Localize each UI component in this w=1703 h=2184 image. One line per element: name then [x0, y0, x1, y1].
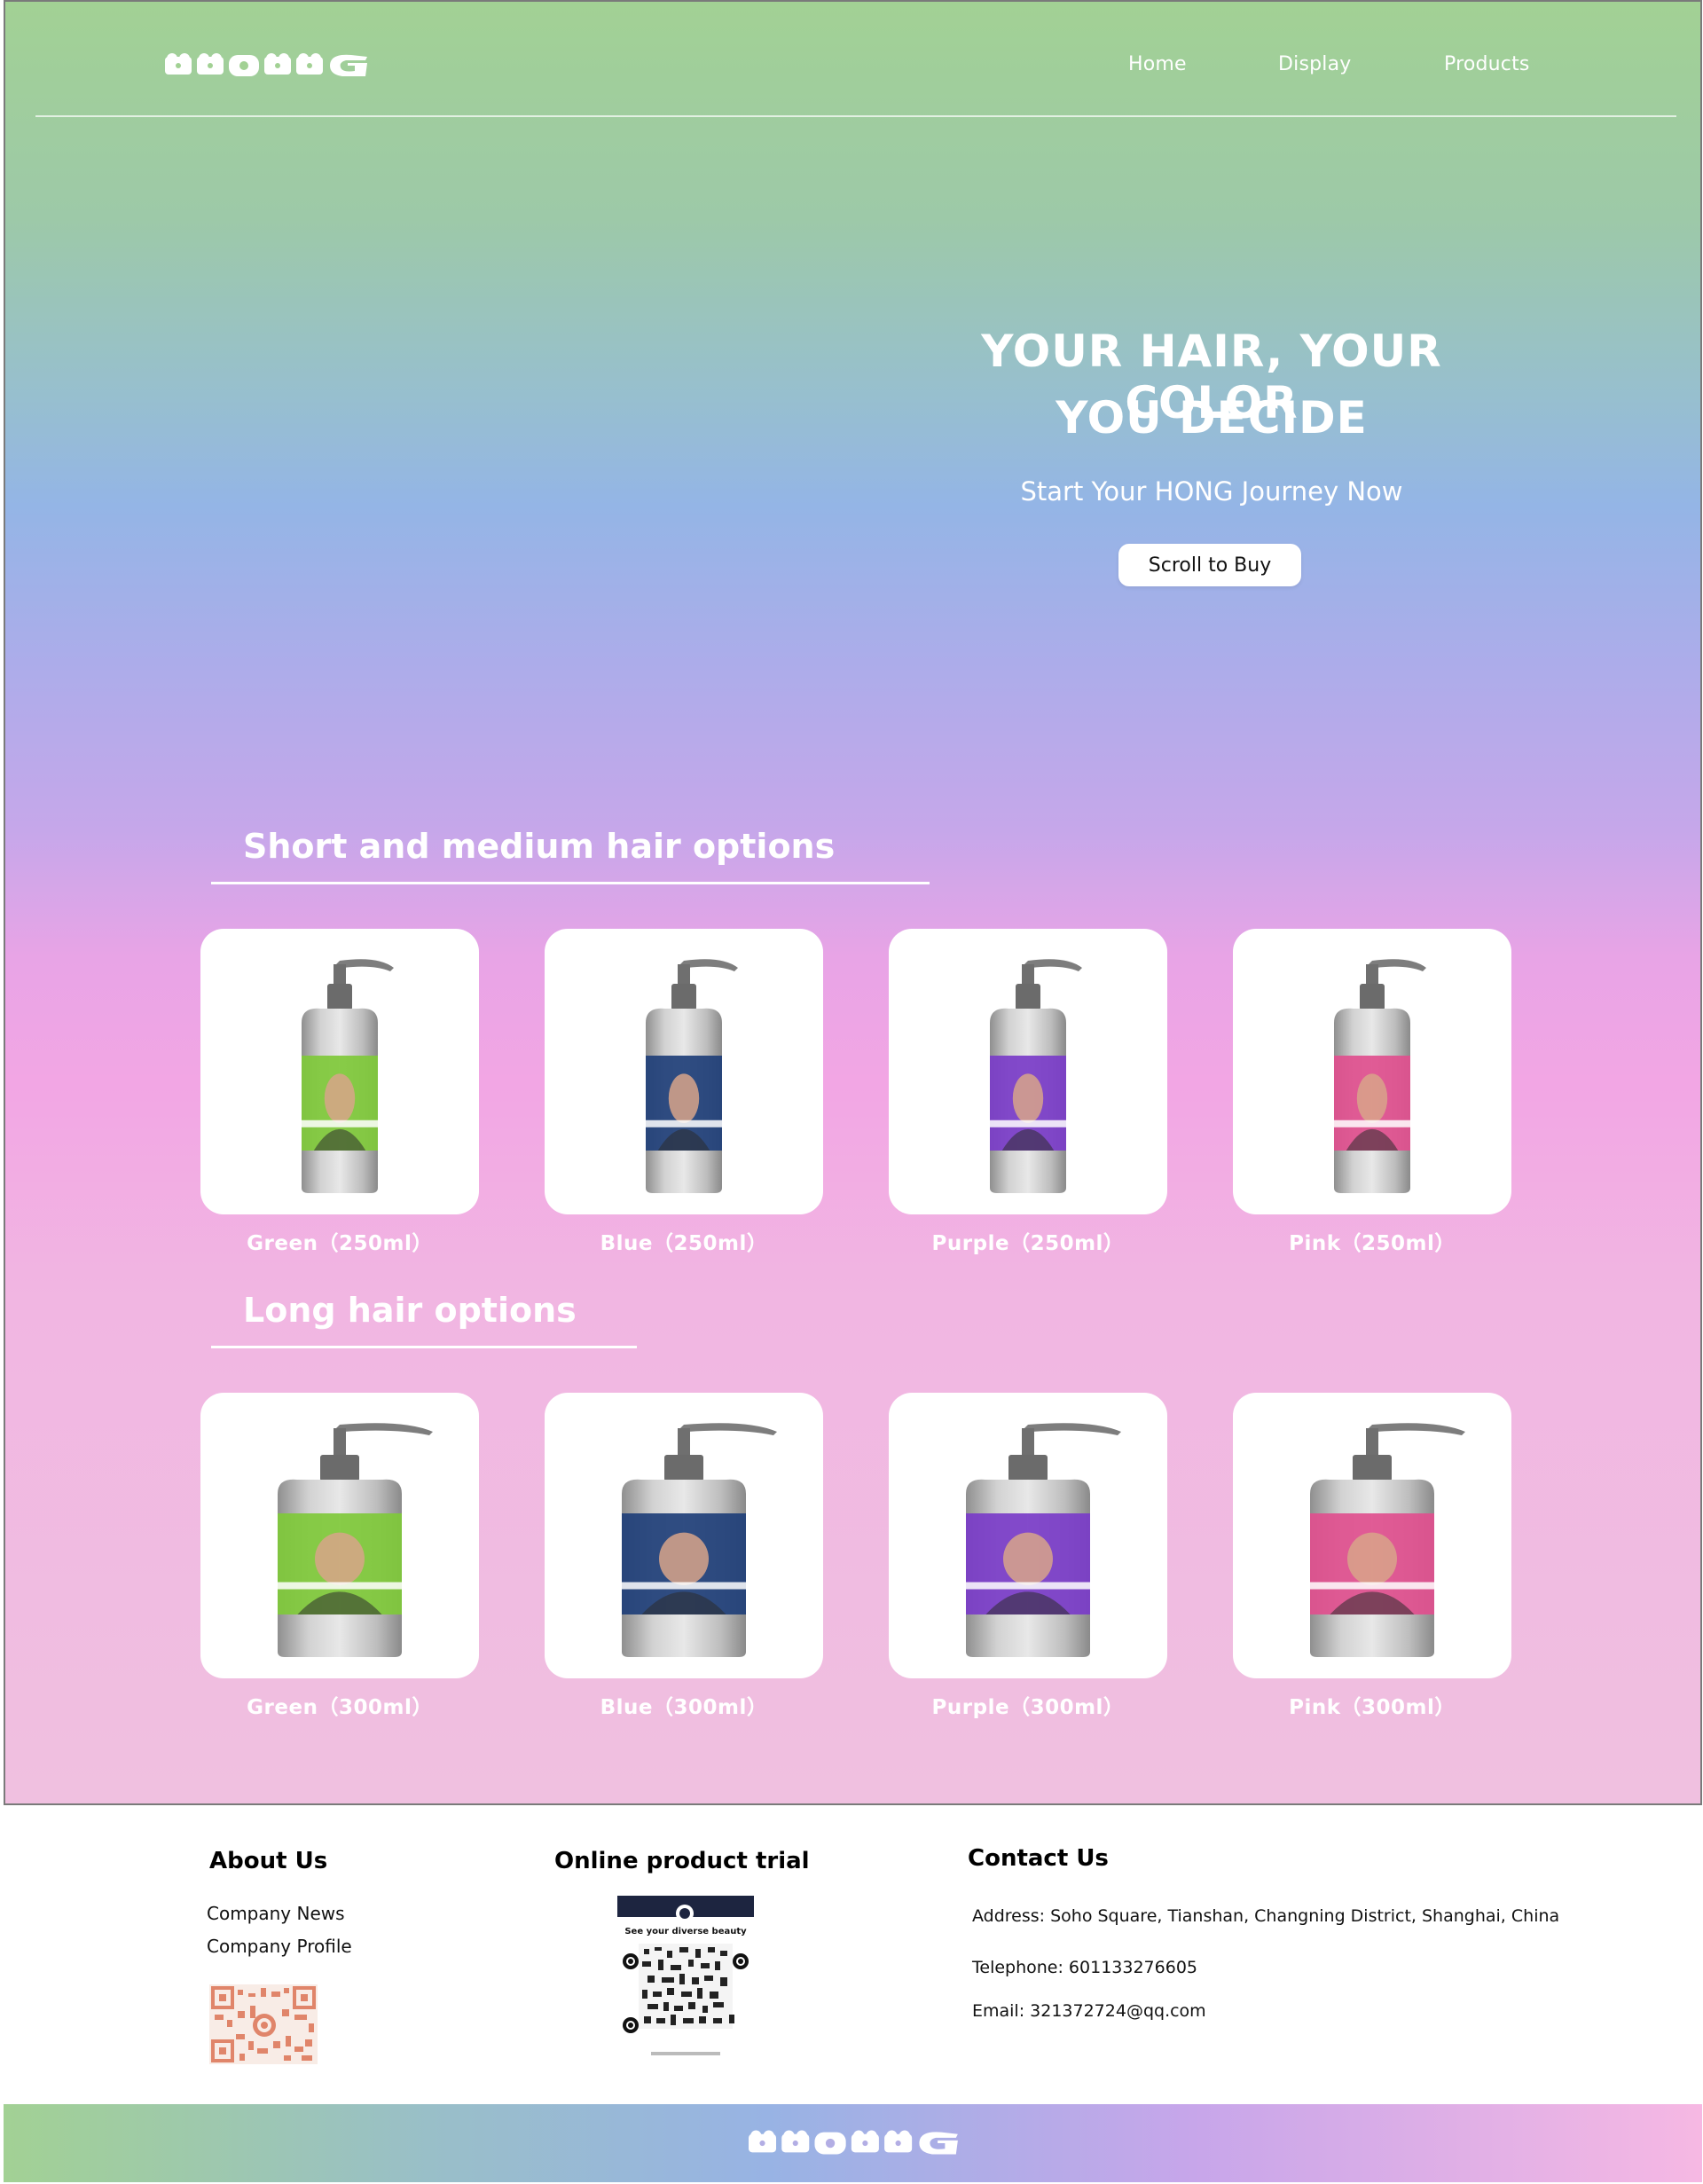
long-hair-section-underline [211, 1346, 637, 1348]
contact-telephone: Telephone: 601133276605 [972, 1958, 1197, 1977]
long-hair-section-title: Long hair options [243, 1291, 577, 1330]
short-hair-product-card[interactable] [545, 929, 823, 1214]
short-hair-product-label: Blue（250ml） [600, 1232, 768, 1255]
nav-display-link[interactable]: Display [1278, 53, 1352, 75]
brand-logo[interactable] [165, 51, 371, 78]
hero-subtitle: Start Your HONG Journey Now [1020, 476, 1403, 507]
wechat-qr-code-icon [209, 1984, 318, 2064]
long-hair-product-card[interactable] [889, 1393, 1167, 1678]
navbar: Home Display Products [5, 2, 1700, 117]
nav-home-link[interactable]: Home [1128, 53, 1187, 75]
shampoo-bottle-icon [966, 1423, 1121, 1657]
company-profile-link[interactable]: Company Profile [207, 1936, 352, 1957]
hero-title-line-2: YOU DECIDE [1056, 392, 1368, 444]
contact-us-heading: Contact Us [968, 1845, 1109, 1872]
short-hair-product-label: Purple（250ml） [931, 1232, 1125, 1255]
douyin-qr-code-icon [616, 1896, 756, 2064]
about-us-heading: About Us [209, 1848, 328, 1874]
short-hair-section-underline [211, 882, 930, 884]
nav-products-link[interactable]: Products [1444, 53, 1530, 75]
short-hair-product-card[interactable] [200, 929, 479, 1214]
shampoo-bottle-icon [1310, 1423, 1465, 1657]
short-hair-product-card[interactable] [889, 929, 1167, 1214]
shampoo-bottle-icon [990, 959, 1082, 1193]
company-news-link[interactable]: Company News [207, 1903, 345, 1924]
long-hair-product-label: Green（300ml） [247, 1696, 433, 1719]
main-gradient-section: Home Display Products YOUR HAIR, YOUR CO… [4, 0, 1702, 1805]
long-hair-product-card[interactable] [200, 1393, 479, 1678]
shampoo-bottle-icon [1334, 959, 1426, 1193]
shampoo-bottle-icon [278, 1423, 433, 1657]
brand-logo-footer [749, 2130, 958, 2155]
shampoo-bottle-icon [646, 959, 738, 1193]
long-hair-product-card[interactable] [1233, 1393, 1511, 1678]
shampoo-bottle-icon [302, 959, 394, 1193]
long-hair-product-card[interactable] [545, 1393, 823, 1678]
qr-caption: See your diverse beauty [624, 1927, 747, 1937]
shampoo-bottle-icon [622, 1423, 777, 1657]
contact-email: Email: 321372724@qq.com [972, 2001, 1206, 2021]
long-hair-product-label: Purple（300ml） [931, 1696, 1125, 1719]
scroll-to-buy-button[interactable]: Scroll to Buy [1118, 544, 1301, 586]
short-hair-product-card[interactable] [1233, 929, 1511, 1214]
bottom-brand-bar [4, 2104, 1702, 2182]
contact-address: Address: Soho Square, Tianshan, Changnin… [972, 1906, 1560, 1926]
long-hair-product-label: Pink（300ml） [1289, 1696, 1456, 1719]
online-trial-heading: Online product trial [554, 1848, 810, 1874]
short-hair-product-label: Green（250ml） [247, 1232, 433, 1255]
nav-divider [35, 115, 1676, 117]
short-hair-section-title: Short and medium hair options [243, 827, 836, 866]
short-hair-product-label: Pink（250ml） [1289, 1232, 1456, 1255]
long-hair-product-label: Blue（300ml） [600, 1696, 768, 1719]
